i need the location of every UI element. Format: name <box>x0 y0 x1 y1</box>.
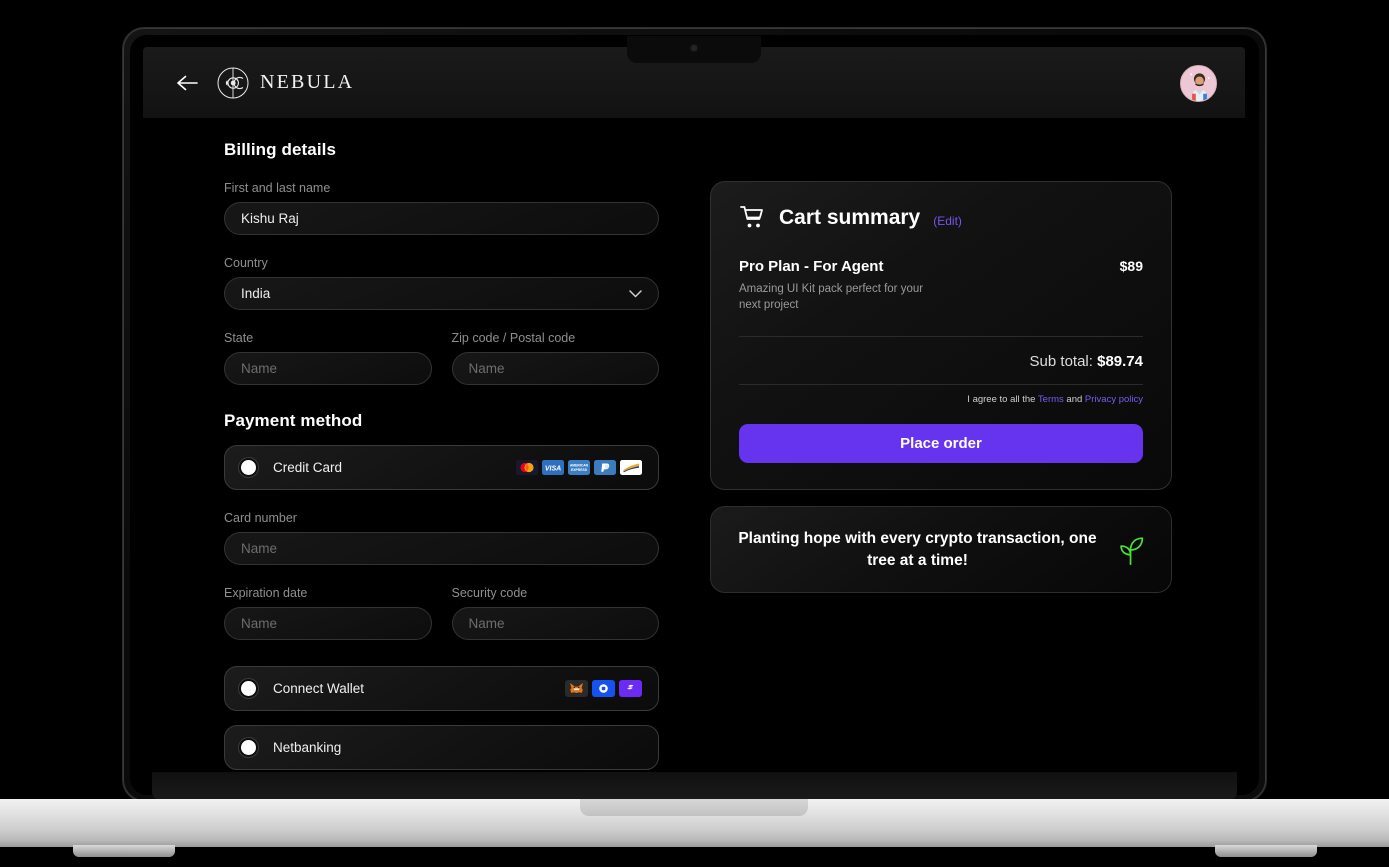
cart-summary-title: Cart summary <box>779 205 921 229</box>
laptop-lid-bottom <box>152 772 1237 800</box>
cart-line-item: Pro Plan - For Agent Amazing UI Kit pack… <box>739 258 1143 313</box>
nebula-eclipse-logo-icon <box>217 67 249 98</box>
expiry-label: Expiration date <box>224 586 308 600</box>
coinbase-wallet-icon <box>592 680 615 697</box>
laptop-foot-right <box>1215 845 1317 857</box>
divider <box>739 384 1143 386</box>
card-number-input[interactable]: Name <box>224 532 659 565</box>
country-select[interactable]: India <box>224 277 659 310</box>
svg-text:VISA: VISA <box>545 466 561 473</box>
field-group-state-zip: State Name Zip code / Postal code Name <box>224 331 659 385</box>
terms-prefix: I agree to all the <box>967 394 1036 406</box>
brand-name: NEBULA <box>260 71 355 93</box>
zip-label: Zip code / Postal code <box>451 331 576 345</box>
cart-item-info: Pro Plan - For Agent Amazing UI Kit pack… <box>739 258 939 313</box>
chevron-down-icon <box>629 289 642 298</box>
cart-summary-card: Cart summary (Edit) Pro Plan - For Agent… <box>710 181 1172 491</box>
name-label: First and last name <box>224 181 331 195</box>
page-title: Billing details <box>224 140 337 159</box>
subtotal-value: $89.74 <box>1097 353 1143 371</box>
country-label: Country <box>224 256 268 270</box>
summary-column: Cart summary (Edit) Pro Plan - For Agent… <box>710 181 1172 594</box>
cvv-label: Security code <box>451 586 528 600</box>
sprout-leaf-icon <box>1120 536 1144 565</box>
brand-logo[interactable]: NEBULA <box>217 67 354 99</box>
payment-option-netbanking[interactable]: Netbanking <box>224 725 659 770</box>
field-group-expiry-cvv: Expiration date Name Security code Name <box>224 586 659 640</box>
shopping-cart-icon <box>740 206 763 228</box>
discover-icon <box>620 460 642 475</box>
field-group-card-number: Card number Name <box>224 511 659 565</box>
privacy-policy-link[interactable]: Privacy policy <box>1085 394 1143 405</box>
cart-item-name: Pro Plan - For Agent <box>739 258 884 275</box>
cart-subtotal-row: Sub total: $89.74 <box>739 353 1143 370</box>
laptop-camera <box>691 45 697 51</box>
payment-option-label: Netbanking <box>273 740 342 755</box>
subtotal-label: Sub total: <box>1029 353 1093 371</box>
field-group-cvv: Security code Name <box>451 586 659 640</box>
laptop-base-notch <box>580 799 808 816</box>
terms-link[interactable]: Terms <box>1038 394 1064 405</box>
app-screen: NEBULA Billing details First and last na… <box>143 47 1245 783</box>
metamask-icon <box>565 680 588 697</box>
card-number-label: Card number <box>224 511 297 525</box>
field-group-expiry: Expiration date Name <box>224 586 432 640</box>
screenshot-root: NEBULA Billing details First and last na… <box>0 0 1389 867</box>
zip-input[interactable]: Name <box>451 352 659 385</box>
field-group-zip: Zip code / Postal code Name <box>451 331 659 385</box>
billing-column: Billing details First and last name Kish… <box>224 140 659 770</box>
state-input[interactable]: Name <box>224 352 432 385</box>
avatar[interactable] <box>1180 65 1217 102</box>
laptop-foot-left <box>73 845 175 857</box>
terms-agreement: I agree to all the Terms and Privacy pol… <box>739 394 1143 405</box>
field-group-state: State Name <box>224 331 432 385</box>
payment-method-title: Payment method <box>224 411 363 430</box>
cart-item-description: Amazing UI Kit pack perfect for your nex… <box>739 283 924 311</box>
cart-item-price: $89 <box>1119 258 1143 274</box>
paypal-icon <box>594 460 616 475</box>
cart-summary-header: Cart summary (Edit) <box>739 204 1143 231</box>
card-brand-icons: VISA AMERICAN EXPRESS <box>516 460 642 475</box>
field-group-country: Country India <box>224 256 659 310</box>
amex-icon: AMERICAN EXPRESS <box>568 460 590 475</box>
svg-text:EXPRESS: EXPRESS <box>571 468 588 472</box>
arrow-left-icon <box>177 75 198 90</box>
radio-connect-wallet[interactable] <box>241 681 256 696</box>
expiry-input[interactable]: Name <box>224 607 432 640</box>
radio-netbanking[interactable] <box>241 740 256 755</box>
payment-option-label: Connect Wallet <box>273 681 365 696</box>
cart-edit-link[interactable]: (Edit) <box>933 214 962 228</box>
state-label: State <box>224 331 254 345</box>
visa-icon: VISA <box>542 460 564 475</box>
eco-banner: Planting hope with every crypto transact… <box>710 506 1172 594</box>
wallet-brand-icons <box>565 680 642 697</box>
divider <box>739 336 1143 338</box>
terms-and: and <box>1066 394 1083 406</box>
checkout-page: Billing details First and last name Kish… <box>143 118 1245 783</box>
radio-credit-card[interactable] <box>241 460 256 475</box>
payment-option-label: Credit Card <box>273 460 343 475</box>
payment-option-connect-wallet[interactable]: Connect Wallet <box>224 666 659 711</box>
back-button[interactable] <box>171 66 205 100</box>
eco-banner-text: Planting hope with every crypto transact… <box>738 529 1097 569</box>
mastercard-icon <box>516 460 538 475</box>
place-order-button[interactable]: Place order <box>739 424 1143 464</box>
avatar-illustration-icon <box>1181 66 1216 101</box>
svg-text:AMERICAN: AMERICAN <box>570 464 589 468</box>
name-input[interactable]: Kishu Raj <box>224 202 659 235</box>
payment-option-credit-card[interactable]: Credit Card VISA AMERICAN EXPRESS <box>224 445 659 490</box>
field-group-name: First and last name Kishu Raj <box>224 181 659 235</box>
walletconnect-icon <box>619 680 642 697</box>
cvv-input[interactable]: Name <box>451 607 659 640</box>
country-selected-value: India <box>241 286 271 301</box>
